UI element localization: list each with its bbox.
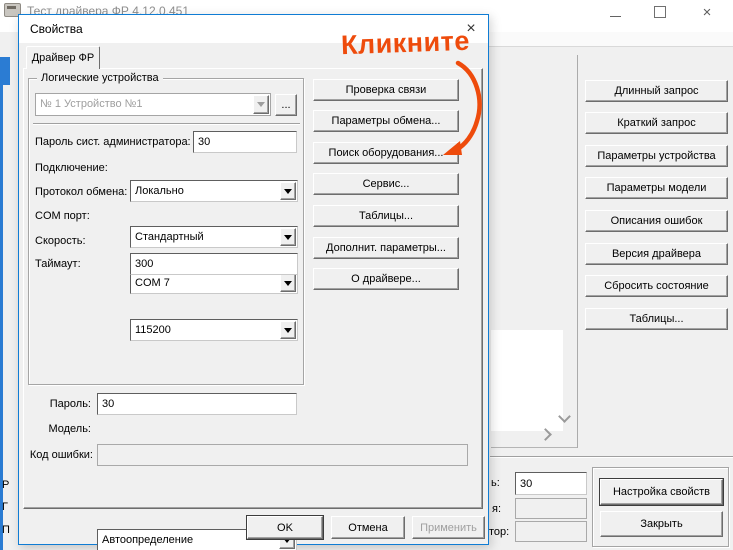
protocol-value: Стандартный — [135, 231, 204, 243]
left-label-fragment-1: Р — [2, 479, 9, 492]
com-port-value: COM 7 — [135, 277, 170, 289]
device-params-button[interactable]: Параметры устройства — [585, 145, 728, 167]
timeout-field[interactable]: 300 — [130, 253, 298, 275]
admin-password-field[interactable]: 30 — [193, 131, 297, 153]
chevron-down-icon — [253, 95, 269, 114]
selected-item-highlight — [0, 57, 10, 85]
model-label: Модель: — [19, 418, 91, 440]
service-button[interactable]: Сервис... — [313, 173, 459, 195]
chevron-down-icon[interactable] — [280, 274, 296, 292]
chevron-down-icon[interactable] — [280, 182, 296, 200]
chevron-down-icon[interactable] — [280, 228, 296, 246]
ok-button[interactable]: OK — [247, 516, 323, 539]
connection-combo[interactable]: Локально — [130, 180, 298, 202]
panel-bottom-edge — [491, 447, 577, 448]
maximize-button[interactable] — [650, 3, 670, 21]
session-label-fragment: я: — [492, 498, 501, 520]
tables-button-right[interactable]: Таблицы... — [585, 308, 728, 330]
group-separator — [33, 123, 300, 125]
reset-state-button[interactable]: Сбросить состояние — [585, 275, 728, 297]
protocol-combo[interactable]: Стандартный — [130, 226, 298, 248]
password-label: Пароль: — [19, 393, 91, 415]
logical-devices-group-label: Логические устройства — [37, 71, 163, 85]
window-separator — [490, 456, 733, 458]
about-driver-button[interactable]: О драйвере... — [313, 268, 459, 290]
connection-value: Локально — [135, 185, 184, 197]
settings-button[interactable]: Настройка свойств — [600, 479, 723, 505]
close-window-button[interactable]: Закрыть — [600, 511, 723, 537]
tab-driver-fr[interactable]: Драйвер ФР — [26, 46, 100, 69]
additional-params-button[interactable]: Дополнит. параметры... — [313, 237, 459, 259]
driver-version-button[interactable]: Версия драйвера — [585, 243, 728, 265]
close-icon: × — [703, 5, 712, 20]
com-port-combo[interactable]: COM 7 — [130, 272, 298, 294]
long-request-button[interactable]: Длинный запрос — [585, 80, 728, 102]
screen: Тест драйвера ФР 4.12.0.451 × Длинный за… — [0, 0, 733, 550]
error-code-field — [97, 444, 468, 466]
annotation-arrow-icon — [428, 53, 492, 165]
com-port-label: COM порт: — [35, 205, 90, 227]
disabled-field-2 — [515, 521, 587, 542]
model-params-button[interactable]: Параметры модели — [585, 177, 728, 199]
panel-divider — [577, 55, 578, 448]
dialog-title: Свойства — [30, 22, 83, 36]
model-value: Автоопределение — [102, 534, 193, 546]
protocol-label: Протокол обмена: — [35, 181, 127, 203]
disabled-field-1 — [515, 498, 587, 519]
properties-dialog: Свойства × Драйвер ФР Логические устройс… — [18, 14, 489, 545]
cancel-button[interactable]: Отмена — [331, 516, 405, 539]
window-close-button[interactable]: × — [697, 3, 717, 21]
log-listbox[interactable] — [491, 330, 563, 431]
apply-button: Применить — [412, 516, 485, 539]
password-label-fragment: ь: — [491, 472, 500, 494]
error-code-label: Код ошибки: — [19, 444, 93, 466]
baudrate-value: 115200 — [135, 324, 171, 336]
toolbar-strip — [489, 32, 733, 47]
baudrate-label: Скорость: — [35, 230, 86, 252]
admin-password-label: Пароль сист. администратора: — [35, 131, 191, 153]
operator-label-fragment: тор: — [489, 521, 509, 543]
device-combo: № 1 Устройство №1 — [35, 93, 271, 116]
minimize-button[interactable] — [605, 3, 625, 21]
chevron-down-icon[interactable] — [280, 321, 296, 339]
baudrate-combo[interactable]: 115200 — [130, 319, 298, 341]
minimize-icon — [610, 16, 621, 17]
tables-button[interactable]: Таблицы... — [313, 205, 459, 227]
browse-devices-button[interactable]: ... — [275, 94, 297, 116]
left-label-fragment-2: Г — [2, 501, 8, 514]
error-descriptions-button[interactable]: Описания ошибок — [585, 210, 728, 232]
device-combo-value: № 1 Устройство №1 — [36, 94, 270, 115]
window-password-field[interactable]: 30 — [515, 472, 587, 495]
maximize-icon — [654, 6, 666, 18]
timeout-label: Таймаут: — [35, 253, 81, 275]
left-label-fragment-3: П — [2, 524, 10, 537]
short-request-button[interactable]: Краткий запрос — [585, 112, 728, 134]
connection-label: Подключение: — [35, 157, 108, 179]
password-field[interactable]: 30 — [97, 393, 297, 415]
